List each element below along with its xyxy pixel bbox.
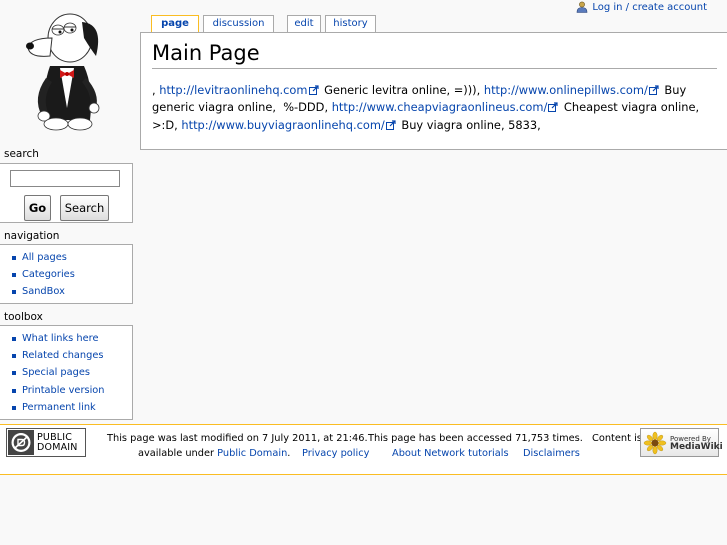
available-under-text: available under bbox=[138, 448, 215, 459]
public-domain-icon bbox=[8, 430, 34, 455]
mediawiki-text: MediaWiki bbox=[670, 441, 723, 452]
tab-edit[interactable]: edit bbox=[287, 15, 321, 32]
disclaimers-link[interactable]: Disclaimers bbox=[523, 448, 580, 459]
powered-by-mediawiki-badge[interactable]: Powered By MediaWiki bbox=[640, 428, 723, 457]
about-link[interactable]: About Network tutorials bbox=[392, 448, 509, 459]
navigation-portlet-title: navigation bbox=[4, 230, 60, 242]
last-modified-text: This page was last modified on 7 July 20… bbox=[107, 433, 368, 444]
public-domain-badge[interactable]: PUBLIC DOMAIN bbox=[6, 428, 86, 457]
navigation-portlet: All pages Categories SandBox bbox=[0, 244, 133, 304]
toolbox-portlet-title: toolbox bbox=[4, 311, 43, 323]
search-button[interactable]: Search bbox=[60, 195, 109, 221]
search-portlet-title: search bbox=[4, 148, 39, 160]
pd-badge-line2: DOMAIN bbox=[37, 441, 78, 453]
toolbox-item-printable-version[interactable]: Printable version bbox=[10, 382, 132, 399]
mediawiki-flower-icon bbox=[643, 431, 667, 455]
nav-item-sandbox[interactable]: SandBox bbox=[10, 283, 132, 300]
site-logo[interactable] bbox=[20, 8, 120, 133]
go-button[interactable]: Go bbox=[24, 195, 51, 221]
external-link[interactable]: http://www.onlinepillws.com/ bbox=[484, 83, 648, 97]
toolbox-portlet: What links here Related changes Special … bbox=[0, 325, 133, 420]
external-link-icon bbox=[548, 100, 558, 113]
content-is-text: Content is bbox=[592, 433, 642, 444]
external-link-icon bbox=[648, 83, 659, 95]
tab-page[interactable]: page bbox=[151, 15, 199, 33]
toolbox-item-special-pages[interactable]: Special pages bbox=[10, 364, 132, 381]
privacy-policy-link[interactable]: Privacy policy bbox=[302, 448, 369, 459]
body-content: , http://levitraonlinehq.com Generic lev… bbox=[152, 82, 717, 134]
tab-history[interactable]: history bbox=[325, 15, 376, 32]
page-title: Main Page bbox=[152, 41, 717, 69]
footer: PUBLIC DOMAIN This page was last modifie… bbox=[0, 424, 727, 475]
external-link[interactable]: http://www.cheapviagraonlineus.com/ bbox=[332, 100, 548, 114]
content-area: Main Page , http://levitraonlinehq.com G… bbox=[140, 32, 727, 150]
public-domain-link[interactable]: Public Domain bbox=[217, 448, 287, 459]
accessed-text: This page has been accessed 71,753 times… bbox=[368, 433, 583, 444]
toolbox-item-what-links-here[interactable]: What links here bbox=[10, 330, 132, 347]
toolbox-item-related-changes[interactable]: Related changes bbox=[10, 347, 132, 364]
external-link-icon bbox=[385, 118, 396, 130]
search-input[interactable] bbox=[10, 170, 120, 187]
personal-tools: Log in / create account bbox=[576, 0, 707, 14]
search-portlet: Go Search bbox=[0, 163, 133, 223]
external-link[interactable]: http://www.buyviagraonlinehq.com/ bbox=[181, 118, 384, 132]
body-text: Generic levitra online, =))), bbox=[320, 83, 484, 97]
toolbox-item-permanent-link[interactable]: Permanent link bbox=[10, 399, 132, 416]
login-link[interactable]: Log in / create account bbox=[592, 2, 707, 13]
external-link[interactable]: http://levitraonlinehq.com bbox=[159, 83, 307, 97]
nav-item-categories[interactable]: Categories bbox=[10, 266, 132, 283]
user-icon bbox=[576, 1, 588, 13]
body-text: Buy viagra online, 5833, bbox=[397, 117, 541, 132]
tab-discussion[interactable]: discussion bbox=[203, 15, 274, 32]
external-link-icon bbox=[308, 83, 319, 95]
nav-item-all-pages[interactable]: All pages bbox=[10, 249, 132, 266]
